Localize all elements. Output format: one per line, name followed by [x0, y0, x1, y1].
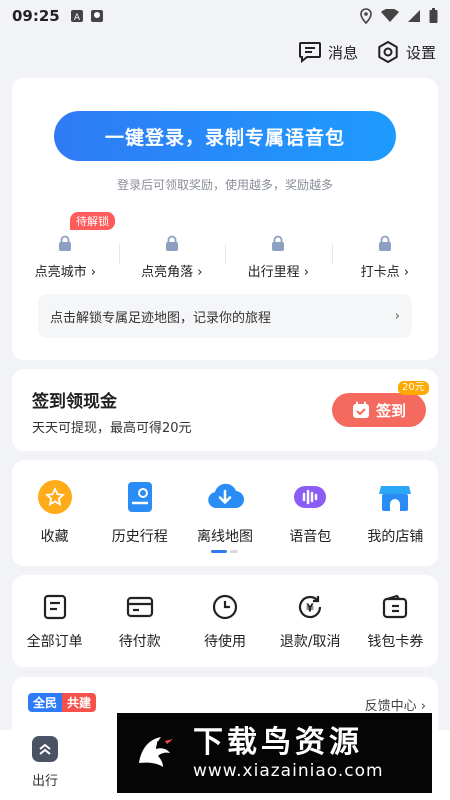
unlock-item-label: 点亮城市 ›: [34, 265, 96, 280]
nav-label: 出行: [31, 774, 58, 789]
refund-icon: ¥: [299, 595, 322, 619]
settings-label: 设置: [405, 43, 436, 62]
checkin-subtitle: 天天可提现，最高可得20元: [32, 421, 192, 436]
text-notification-icon: A: [70, 10, 83, 23]
page-dot-active: [211, 550, 227, 553]
tool-history[interactable]: 历史行程: [97, 478, 182, 546]
order-wallet[interactable]: 钱包卡券: [353, 593, 438, 651]
unlock-item-mileage[interactable]: 出行里程 ›: [225, 220, 332, 284]
tools-card: 收藏 历史行程 离线地图 语音包 我的店铺: [12, 460, 438, 566]
status-bar: 09:25 A: [0, 0, 450, 32]
tool-label: 我的店铺: [367, 529, 424, 545]
tool-offline-map[interactable]: 离线地图: [182, 478, 267, 546]
lock-icon: [59, 235, 72, 251]
map-notification-icon: [90, 10, 103, 22]
coin-reward-badge: 20元: [398, 381, 429, 395]
chevron-right-icon: ›: [394, 308, 400, 324]
order-label: 待付款: [118, 634, 161, 650]
checkin-button[interactable]: 签到: [332, 393, 426, 427]
clock-icon: [212, 594, 238, 620]
gear-icon: [378, 41, 398, 63]
lock-icon: [165, 235, 178, 251]
cloud-download-icon: [208, 483, 244, 509]
orders-card: 全部订单 待付款 待使用 ¥ 退款/取消 钱包卡券: [12, 575, 438, 667]
pending-unlock-badge: 待解锁: [70, 212, 115, 230]
tool-label: 语音包: [289, 529, 332, 545]
orders-row: 全部订单 待付款 待使用 ¥ 退款/取消 钱包卡券: [12, 593, 438, 651]
unlock-item-label: 点亮角落 ›: [141, 265, 203, 280]
order-label: 待使用: [204, 634, 246, 650]
svg-text:A: A: [74, 13, 81, 23]
nav-item-travel[interactable]: 出行: [20, 736, 70, 789]
card-icon: [126, 596, 153, 618]
badge-left: 全民: [28, 693, 63, 712]
tool-label: 收藏: [40, 529, 69, 545]
location-icon: [360, 8, 372, 24]
one-click-login-button[interactable]: 一键登录，录制专属语音包: [54, 111, 396, 161]
tool-label: 历史行程: [111, 529, 168, 545]
double-chevron-up-icon: [32, 736, 58, 762]
order-refund[interactable]: ¥ 退款/取消: [268, 593, 353, 651]
top-actions: 消息 设置: [298, 40, 436, 64]
page-dot: [230, 550, 238, 553]
login-card: 一键登录，录制专属语音包 登录后可领取奖励，使用越多，奖励越多 点亮城市 › 点…: [12, 78, 438, 360]
tool-my-store[interactable]: 我的店铺: [353, 478, 438, 546]
status-time: 09:25: [12, 7, 60, 25]
bird-logo-icon: [127, 725, 183, 781]
history-icon: [127, 482, 152, 512]
settings-button[interactable]: 设置: [376, 40, 436, 64]
store-icon: [379, 486, 412, 511]
unlock-item-checkin-spots[interactable]: 打卡点 ›: [331, 220, 439, 284]
messages-button[interactable]: 消息: [298, 41, 358, 63]
voice-icon: [294, 486, 327, 508]
checkin-card: 签到领现金 天天可提现，最高可得20元 签到 20元: [12, 369, 438, 451]
tools-row: 收藏 历史行程 离线地图 语音包 我的店铺: [12, 478, 438, 546]
star-icon: [37, 480, 72, 514]
tool-voice-pack[interactable]: 语音包: [268, 478, 353, 546]
watermark-banner: 下载鸟资源 www.xiazainiao.com: [117, 713, 432, 793]
wifi-icon: [381, 9, 399, 22]
checkin-title: 签到领现金: [32, 392, 117, 412]
unlock-item-label: 打卡点 ›: [360, 265, 409, 280]
order-pending-payment[interactable]: 待付款: [97, 593, 182, 651]
calendar-check-icon: [352, 401, 369, 418]
unlock-item-light-corner[interactable]: 点亮角落 ›: [118, 220, 226, 284]
footprint-map-banner[interactable]: 点击解锁专属足迹地图，记录你的旅程 ›: [38, 294, 412, 338]
messages-label: 消息: [327, 43, 358, 62]
message-icon: [298, 42, 321, 63]
tool-favorites[interactable]: 收藏: [12, 478, 97, 546]
lock-icon: [378, 235, 391, 251]
checkin-button-label: 签到: [375, 401, 406, 420]
order-label: 全部订单: [26, 634, 83, 650]
co-build-badge: 全民 共建: [28, 693, 97, 712]
signal-icon: [408, 10, 420, 22]
badge-right: 共建: [62, 693, 97, 712]
watermark-title: 下载鸟资源: [193, 725, 363, 760]
login-subtitle: 登录后可领取奖励，使用越多，奖励越多: [116, 178, 333, 192]
footprint-text: 点击解锁专属足迹地图，记录你的旅程: [50, 310, 272, 326]
feedback-center-link[interactable]: 反馈中心 ›: [365, 695, 426, 714]
order-to-use[interactable]: 待使用: [182, 593, 267, 651]
order-label: 退款/取消: [279, 634, 341, 650]
order-label: 钱包卡券: [367, 634, 424, 650]
lock-icon: [272, 235, 285, 251]
order-list-icon: [43, 594, 66, 620]
unlock-item-label: 出行里程 ›: [247, 265, 309, 280]
order-all[interactable]: 全部订单: [12, 593, 97, 651]
tool-label: 离线地图: [197, 529, 253, 545]
svg-text:¥: ¥: [306, 602, 314, 615]
battery-icon: [429, 8, 438, 23]
page-indicator: [211, 550, 238, 553]
watermark-url: www.xiazainiao.com: [193, 761, 384, 781]
wallet-icon: [383, 594, 408, 619]
